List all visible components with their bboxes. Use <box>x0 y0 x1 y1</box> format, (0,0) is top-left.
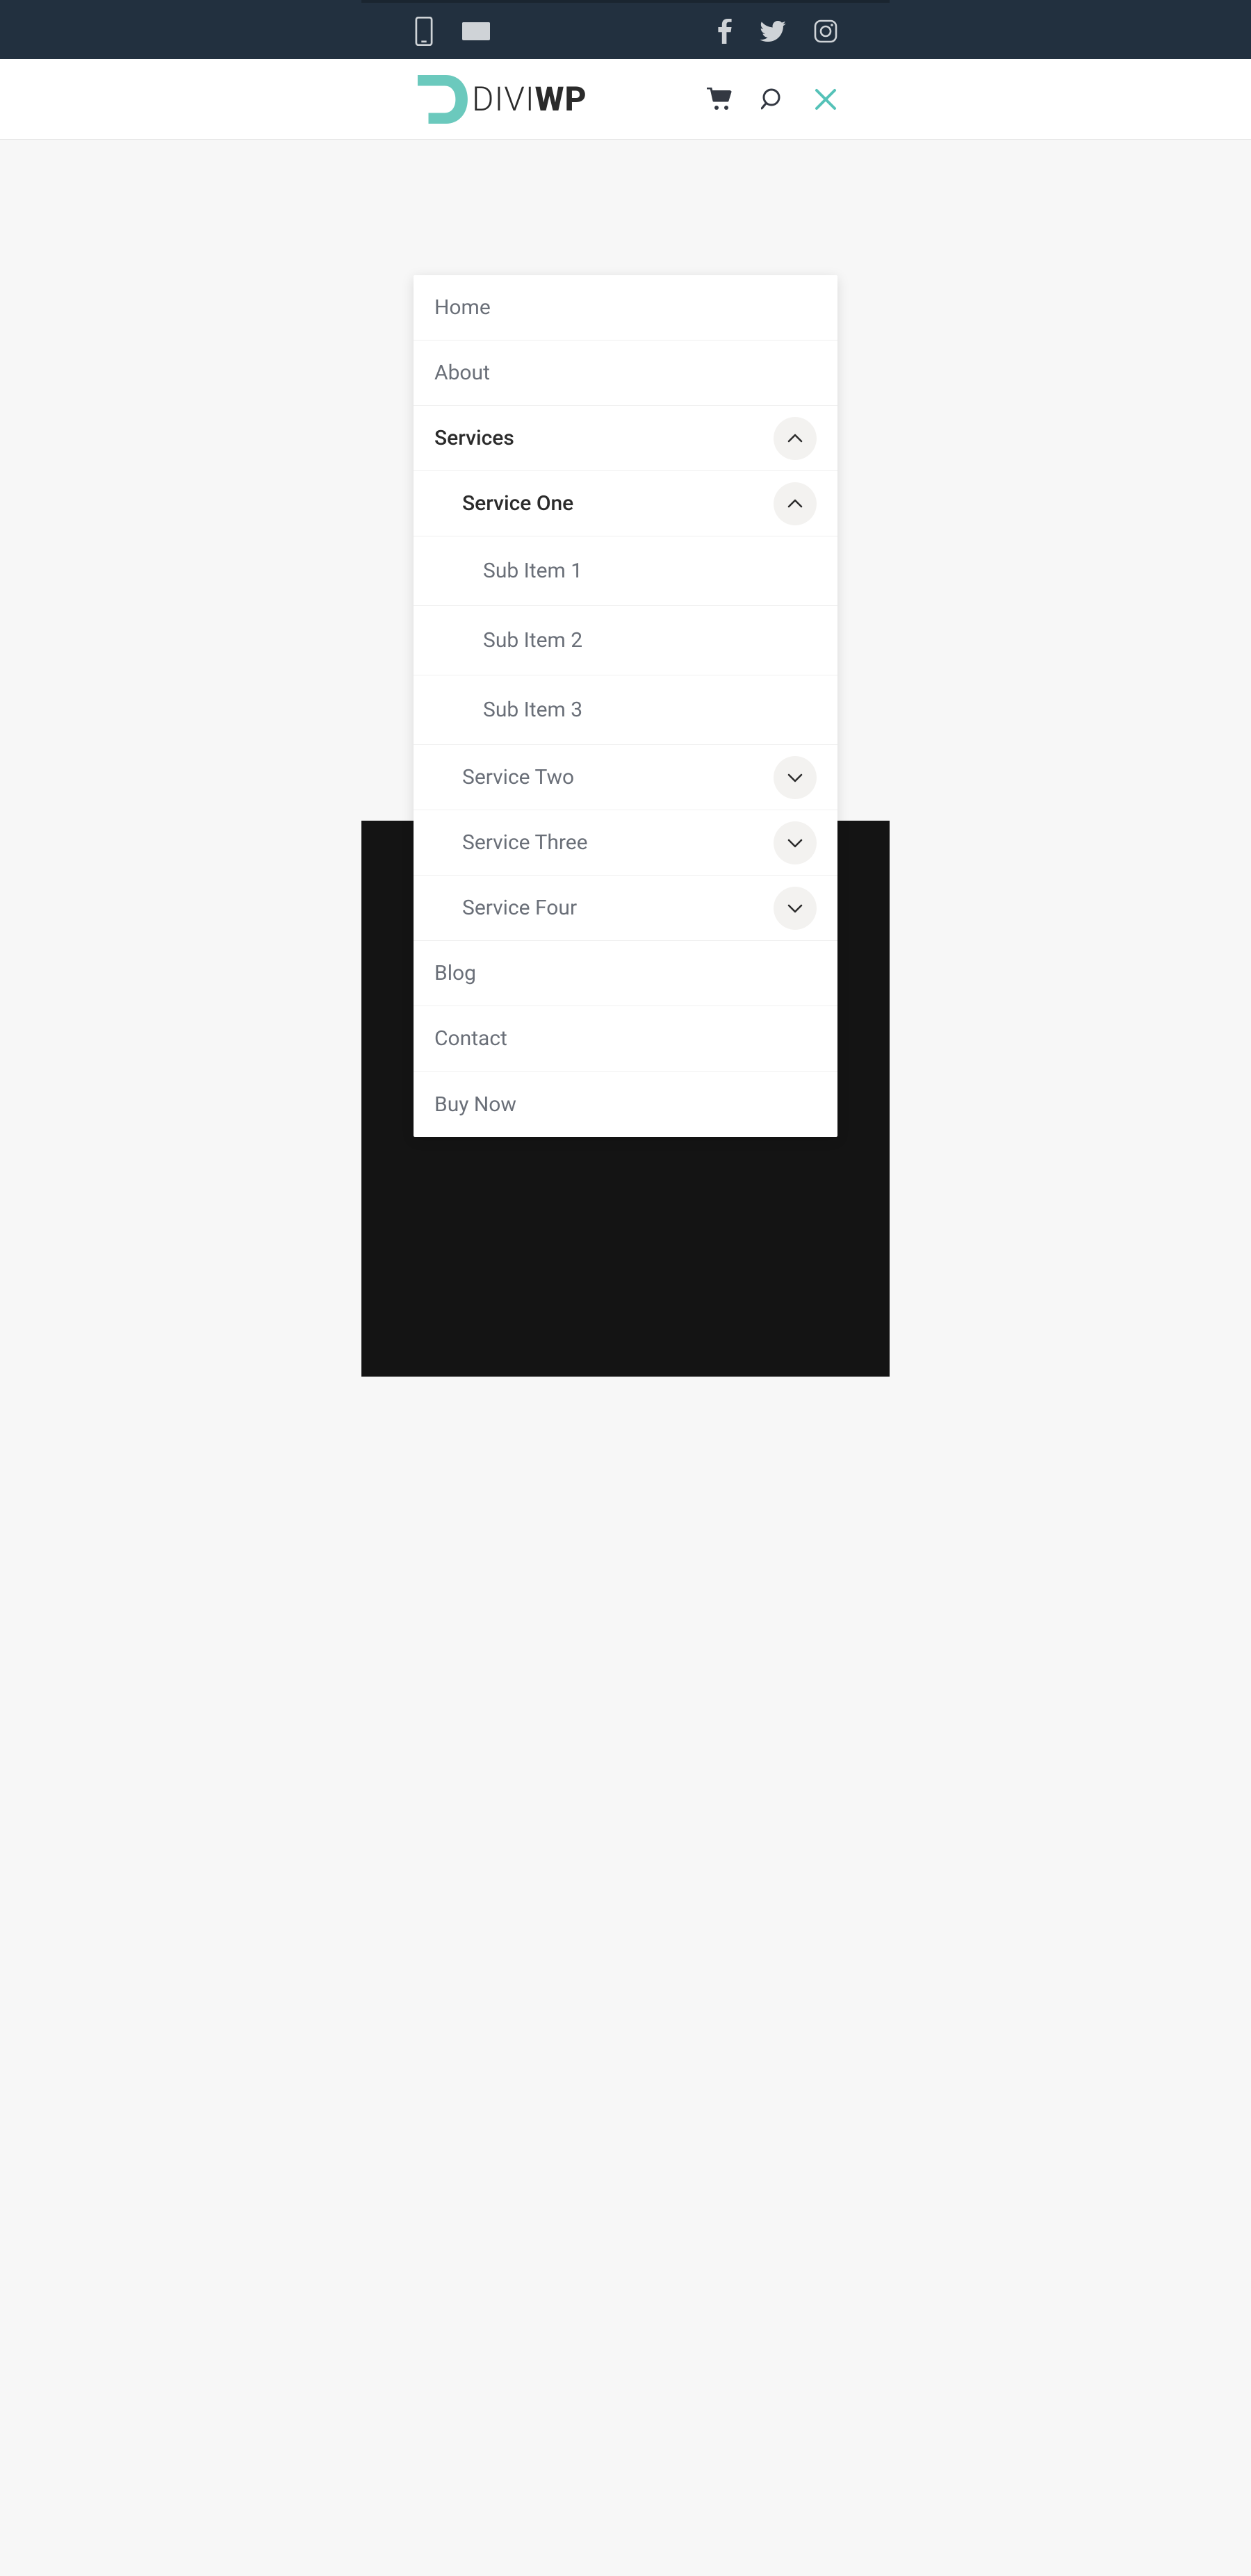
nav-item-service-one[interactable]: Service One <box>414 471 837 536</box>
nav-label: Service Three <box>462 830 588 855</box>
mobile-nav-menu: Home About Services Service One Sub Item… <box>414 275 837 1137</box>
search-icon[interactable] <box>761 88 785 111</box>
nav-label: Sub Item 2 <box>483 628 582 653</box>
nav-item-sub-1[interactable]: Sub Item 1 <box>414 536 837 606</box>
logo-mark-icon <box>414 72 468 126</box>
cart-icon[interactable] <box>707 88 732 111</box>
nav-label: Service Two <box>462 765 574 789</box>
email-icon[interactable] <box>462 21 490 42</box>
nav-item-contact[interactable]: Contact <box>414 1006 837 1072</box>
twitter-icon[interactable] <box>760 21 786 42</box>
nav-item-service-two[interactable]: Service Two <box>414 745 837 810</box>
nav-label: Contact <box>434 1026 507 1051</box>
instagram-icon[interactable] <box>814 19 837 43</box>
facebook-icon[interactable] <box>718 19 732 44</box>
nav-label: Service One <box>462 491 573 516</box>
chevron-down-icon[interactable] <box>774 887 817 930</box>
nav-label: Services <box>434 426 514 450</box>
nav-item-about[interactable]: About <box>414 341 837 406</box>
chevron-down-icon[interactable] <box>774 756 817 799</box>
logo[interactable]: DIVIWP <box>414 72 587 126</box>
nav-item-sub-2[interactable]: Sub Item 2 <box>414 606 837 675</box>
nav-label: Buy Now <box>434 1092 516 1117</box>
chevron-up-icon[interactable] <box>774 482 817 525</box>
close-icon[interactable] <box>814 88 837 111</box>
nav-item-service-three[interactable]: Service Three <box>414 810 837 876</box>
nav-label: Sub Item 1 <box>483 559 582 583</box>
nav-item-services[interactable]: Services <box>414 406 837 471</box>
phone-icon[interactable] <box>414 17 434 46</box>
logo-text: DIVIWP <box>472 79 587 119</box>
nav-item-buy-now[interactable]: Buy Now <box>414 1072 837 1137</box>
nav-item-sub-3[interactable]: Sub Item 3 <box>414 675 837 745</box>
nav-item-blog[interactable]: Blog <box>414 941 837 1006</box>
nav-item-service-four[interactable]: Service Four <box>414 876 837 941</box>
chevron-down-icon[interactable] <box>774 821 817 864</box>
nav-label: About <box>434 361 490 385</box>
nav-label: Sub Item 3 <box>483 698 582 722</box>
chevron-up-icon[interactable] <box>774 417 817 460</box>
nav-label: Service Four <box>462 896 577 920</box>
header: DIVIWP <box>361 59 890 139</box>
topbar <box>361 0 890 59</box>
nav-item-home[interactable]: Home <box>414 275 837 341</box>
nav-label: Home <box>434 295 491 320</box>
nav-label: Blog <box>434 961 476 985</box>
